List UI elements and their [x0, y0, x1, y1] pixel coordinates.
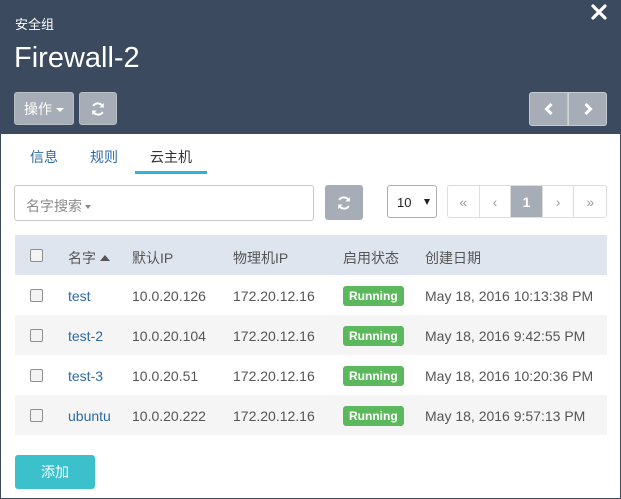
search-input[interactable]: 名字搜索	[14, 185, 314, 221]
record-nav	[529, 92, 607, 126]
created-date: May 18, 2016 10:13:38 PM	[425, 288, 594, 304]
column-header-host-ip[interactable]: 物理机IP	[233, 248, 288, 268]
table-row: test-2 10.0.20.104 172.20.12.16 Running …	[15, 315, 607, 355]
table-row: ubuntu 10.0.20.222 172.20.12.16 Running …	[15, 395, 607, 435]
chevron-right-icon	[583, 102, 593, 116]
last-page-button[interactable]: »	[574, 186, 606, 217]
host-ip: 172.20.12.16	[233, 328, 315, 344]
status-badge: Running	[343, 406, 404, 426]
default-ip: 10.0.20.51	[132, 368, 199, 384]
row-checkbox[interactable]	[30, 329, 43, 342]
column-header-status[interactable]: 启用状态	[343, 248, 399, 268]
row-checkbox[interactable]	[30, 409, 43, 422]
refresh-button[interactable]	[79, 92, 117, 125]
page-1-button[interactable]: 1	[511, 186, 543, 217]
table-header: 名字 默认IP 物理机IP 启用状态 创建日期	[15, 235, 607, 275]
row-checkbox[interactable]	[30, 289, 43, 302]
status-badge: Running	[343, 286, 404, 306]
created-date: May 18, 2016 10:20:36 PM	[425, 368, 594, 384]
instance-name-link[interactable]: test	[68, 288, 91, 304]
created-date: May 18, 2016 9:57:13 PM	[425, 408, 586, 424]
pagination: « ‹ 1 › »	[447, 185, 607, 218]
status-badge: Running	[343, 366, 404, 386]
active-tab-indicator	[135, 171, 207, 174]
panel-header: 安全组 Firewall-2 操作	[1, 1, 620, 134]
page-title: Firewall-2	[14, 42, 140, 74]
tab-instances[interactable]: 云主机	[150, 147, 192, 167]
table-row: test 10.0.20.126 172.20.12.16 Running Ma…	[15, 275, 607, 315]
prev-page-button[interactable]: ‹	[479, 186, 512, 217]
host-ip: 172.20.12.16	[233, 408, 315, 424]
close-icon[interactable]	[590, 3, 608, 21]
tab-info[interactable]: 信息	[30, 147, 58, 167]
security-group-panel: 安全组 Firewall-2 操作 信息 规则 云主机 名字搜索 10 « ‹ …	[0, 0, 621, 499]
host-ip: 172.20.12.16	[233, 368, 315, 384]
status-badge: Running	[343, 326, 404, 346]
refresh-icon	[92, 101, 104, 116]
column-header-name[interactable]: 名字	[68, 248, 110, 268]
caret-down-icon	[56, 107, 64, 112]
first-page-button[interactable]: «	[448, 186, 480, 217]
search-placeholder: 名字搜索	[26, 198, 82, 214]
instance-name-link[interactable]: ubuntu	[68, 408, 111, 424]
chevron-left-icon	[543, 102, 553, 116]
refresh-icon	[338, 195, 350, 210]
tab-rules[interactable]: 规则	[90, 147, 118, 167]
actions-label: 操作	[24, 100, 52, 117]
next-record-button[interactable]	[568, 92, 607, 126]
page-size-select[interactable]: 10	[387, 185, 437, 218]
sort-up-icon	[100, 255, 110, 261]
next-page-button[interactable]: ›	[542, 186, 575, 217]
actions-dropdown-button[interactable]: 操作	[14, 92, 74, 125]
column-header-created[interactable]: 创建日期	[425, 248, 481, 268]
instance-name-link[interactable]: test-3	[68, 368, 103, 384]
default-ip: 10.0.20.222	[132, 408, 206, 424]
page-size-value: 10	[397, 195, 412, 210]
host-ip: 172.20.12.16	[233, 288, 315, 304]
add-button[interactable]: 添加	[15, 455, 95, 489]
default-ip: 10.0.20.126	[132, 288, 206, 304]
refresh-list-button[interactable]	[325, 185, 363, 220]
instance-name-link[interactable]: test-2	[68, 328, 103, 344]
tab-bar: 信息 规则 云主机	[1, 134, 620, 174]
select-all-checkbox[interactable]	[30, 249, 43, 262]
panel-kicker: 安全组	[15, 17, 55, 32]
previous-record-button[interactable]	[529, 92, 568, 126]
created-date: May 18, 2016 9:42:55 PM	[425, 328, 586, 344]
default-ip: 10.0.20.104	[132, 328, 206, 344]
caret-down-icon	[424, 199, 430, 205]
column-header-default-ip[interactable]: 默认IP	[132, 248, 173, 268]
row-checkbox[interactable]	[30, 369, 43, 382]
table-row: test-3 10.0.20.51 172.20.12.16 Running M…	[15, 355, 607, 395]
caret-down-icon	[85, 205, 91, 209]
